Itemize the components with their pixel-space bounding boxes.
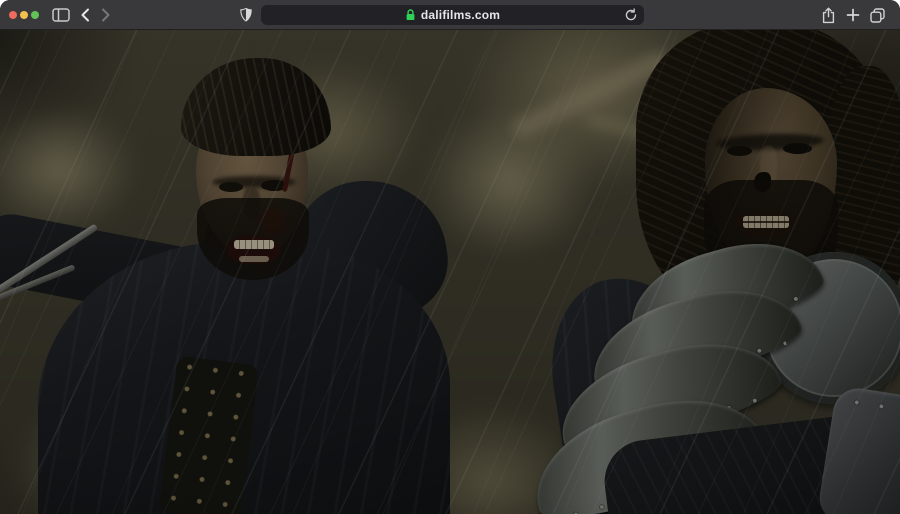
reload-icon: [624, 8, 638, 22]
zoom-window-button[interactable]: [31, 11, 39, 19]
address-bar[interactable]: dalifilms.com: [261, 5, 644, 25]
plus-icon: [846, 8, 860, 22]
close-window-button[interactable]: [9, 11, 17, 19]
reload-button[interactable]: [624, 8, 638, 22]
sidebar-toggle-button[interactable]: [52, 6, 70, 24]
chevron-right-icon: [101, 8, 111, 22]
new-tab-button[interactable]: [844, 6, 862, 24]
hero-photo: [0, 30, 900, 514]
padlock-icon: [405, 9, 416, 21]
minimize-window-button[interactable]: [20, 11, 28, 19]
tabs-icon: [869, 7, 886, 24]
browser-toolbar: dalifilms.com: [0, 0, 900, 30]
share-button[interactable]: [819, 6, 837, 24]
sidebar-toggle-icon: [52, 8, 70, 22]
back-button[interactable]: [76, 6, 94, 24]
tab-overview-button[interactable]: [868, 6, 886, 24]
forward-button[interactable]: [97, 6, 115, 24]
share-icon: [821, 7, 836, 24]
url-text: dalifilms.com: [421, 8, 500, 22]
chevron-left-icon: [80, 8, 90, 22]
privacy-shield-button[interactable]: [237, 6, 255, 24]
browser-window: dalifilms.com: [0, 0, 900, 514]
dark-vignette-overlay: [0, 30, 900, 514]
shield-icon: [239, 7, 253, 23]
